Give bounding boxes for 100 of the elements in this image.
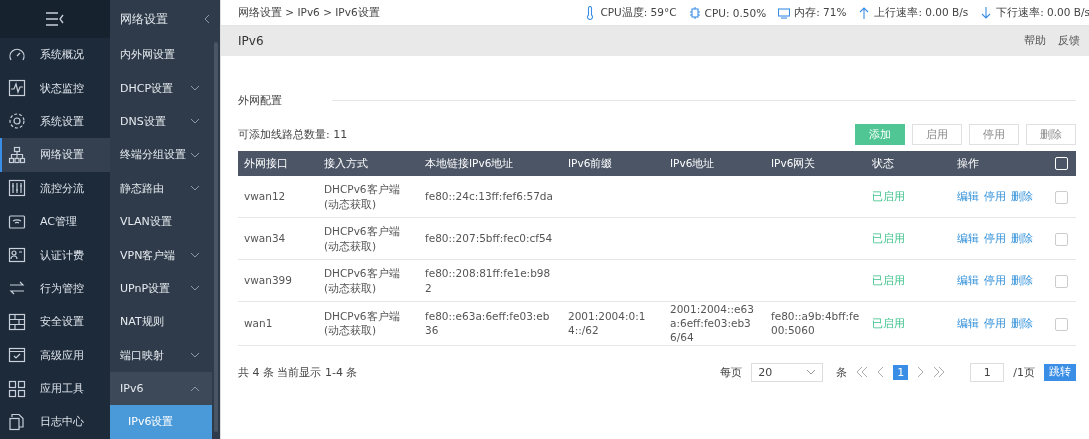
sliders-icon — [8, 179, 26, 198]
action-link[interactable]: 编辑 — [957, 317, 979, 330]
sidebar-item[interactable]: 行为管控 — [0, 271, 110, 306]
sidebar-item[interactable]: 高级应用 — [0, 338, 110, 372]
submenu-item[interactable]: VPN客户端 — [110, 238, 212, 272]
chip-icon — [688, 5, 701, 20]
table-cell: vwan399 — [244, 274, 292, 287]
sidebar-item[interactable]: 日志中心 — [0, 405, 110, 439]
action-link[interactable]: 删除 — [1011, 190, 1033, 203]
table-cell: fe80::a9b:4bff:fe00:5060 — [771, 310, 860, 337]
menu-icon[interactable] — [45, 12, 65, 26]
action-link[interactable]: 停用 — [984, 274, 1006, 287]
column-header: IPv6网关 — [765, 151, 866, 176]
submenu-title: 网络设置 — [120, 10, 168, 28]
status-text: CPU温度: 59°C — [600, 5, 677, 20]
submenu-item[interactable]: 终端分组设置 — [110, 138, 212, 172]
previous-page-icon[interactable] — [877, 366, 885, 378]
wall-icon — [8, 312, 26, 331]
submenu-item[interactable]: DHCP设置 — [110, 71, 212, 105]
submenu-item[interactable]: DNS设置 — [110, 104, 212, 139]
select-all-checkbox[interactable] — [1055, 157, 1068, 171]
caret-icon — [806, 369, 817, 375]
table-cell: fe80::e63a:6eff:fe03:eb36 — [425, 310, 550, 337]
sidebar-item[interactable]: 网络设置 — [0, 138, 110, 172]
row-checkbox[interactable] — [1055, 274, 1068, 288]
submenu-item[interactable]: VLAN设置 — [110, 204, 212, 239]
sidebar-item[interactable]: AC管理 — [0, 204, 110, 239]
collapse-icon[interactable] — [204, 14, 210, 24]
sidebar-item[interactable]: 安全设置 — [0, 305, 110, 339]
submenu-item[interactable]: UPnP设置 — [110, 271, 212, 306]
header-link[interactable]: 反馈 — [1058, 34, 1080, 48]
sidebar-item[interactable]: 系统设置 — [0, 104, 110, 139]
row-checkbox[interactable] — [1055, 190, 1068, 204]
id-card-icon — [8, 246, 26, 265]
section-title: 外网配置 — [238, 92, 282, 108]
table-cell: DHCPv6客户端(动态获取) — [324, 267, 400, 294]
table-cell: 2001:2004::e63a:6eff:fe03:eb36/64 — [670, 303, 754, 344]
submenu-item[interactable]: 静态路由 — [110, 171, 212, 205]
gear-icon — [8, 112, 26, 131]
up-arrow-icon — [858, 5, 871, 20]
header-link[interactable]: 帮助 — [1024, 34, 1046, 48]
action-link[interactable]: 停用 — [984, 190, 1006, 203]
action-link[interactable]: 删除 — [1011, 274, 1033, 287]
action-link[interactable]: 编辑 — [957, 232, 979, 245]
line-count: 可添加线路总数量: 11 — [238, 127, 348, 142]
last-page-icon[interactable] — [933, 366, 946, 378]
submenu-item[interactable]: NAT规则 — [110, 305, 212, 339]
per-page-label: 每页 — [720, 364, 743, 380]
column-header: 操作 — [951, 151, 1049, 176]
chevron-down-icon — [190, 151, 200, 158]
sidebar-item[interactable]: 流控分流 — [0, 171, 110, 205]
action-link[interactable]: 停用 — [984, 232, 1006, 245]
action-link[interactable]: 编辑 — [957, 190, 979, 203]
table-cell: wan1 — [244, 317, 273, 330]
per-page-unit: 条 — [836, 364, 848, 380]
status-text: 内存: 71% — [794, 5, 847, 20]
page-total: /1页 — [1013, 364, 1035, 380]
action-link[interactable]: 删除 — [1011, 232, 1033, 245]
pulse-icon — [8, 79, 26, 98]
calendar-check-icon — [8, 346, 26, 365]
sidebar-item[interactable]: 应用工具 — [0, 371, 110, 406]
chevron-down-icon — [190, 252, 200, 259]
action-link[interactable]: 停用 — [984, 317, 1006, 330]
action-link[interactable]: 编辑 — [957, 274, 979, 287]
chevron-down-icon — [190, 185, 200, 192]
first-page-icon[interactable] — [856, 366, 869, 378]
table-cell: fe80::208:81ff:fe1e:b982 — [425, 267, 551, 294]
submenu-item[interactable]: 内外网设置 — [110, 38, 212, 72]
action-link[interactable]: 删除 — [1011, 317, 1033, 330]
status-text: CPU: 0.50% — [704, 6, 767, 19]
action-button[interactable]: 启用 — [912, 124, 962, 145]
table-cell: DHCPv6客户端(动态获取) — [324, 310, 400, 337]
next-page-icon[interactable] — [917, 366, 925, 378]
submenu-item[interactable]: IPv6 — [110, 371, 212, 406]
submenu-item[interactable]: 端口映射 — [110, 338, 212, 372]
status-text: 上行速率: 0.00 B/s — [874, 5, 969, 20]
column-header: IPv6前缀 — [562, 151, 664, 176]
row-checkbox[interactable] — [1055, 317, 1068, 331]
table-cell: vwan12 — [244, 190, 286, 203]
chevron-down-icon — [190, 85, 200, 92]
grid-icon — [8, 379, 26, 398]
table-cell: 2001:2004:0:14::/62 — [568, 310, 646, 337]
chevron-down-icon — [190, 118, 200, 125]
page-input[interactable]: 1 — [970, 362, 1005, 382]
sidebar-item[interactable]: 系统概况 — [0, 38, 110, 72]
per-page-select[interactable]: 20 — [751, 362, 824, 382]
action-button[interactable]: 删除 — [1026, 124, 1076, 145]
sidebar-item[interactable]: 认证计费 — [0, 238, 110, 272]
status-text: 已启用 — [872, 232, 905, 245]
status-text: 已启用 — [872, 317, 905, 330]
page-title: IPv6 — [238, 34, 264, 48]
network-icon — [8, 145, 26, 164]
action-button[interactable]: 停用 — [969, 124, 1019, 145]
row-checkbox[interactable] — [1055, 232, 1068, 246]
sidebar-item[interactable]: 状态监控 — [0, 71, 110, 105]
column-header: 接入方式 — [318, 151, 419, 176]
down-arrow-icon — [980, 5, 993, 20]
column-header: 状态 — [866, 151, 951, 176]
chevron-up-icon — [190, 385, 200, 392]
status-text: 已启用 — [872, 274, 905, 287]
